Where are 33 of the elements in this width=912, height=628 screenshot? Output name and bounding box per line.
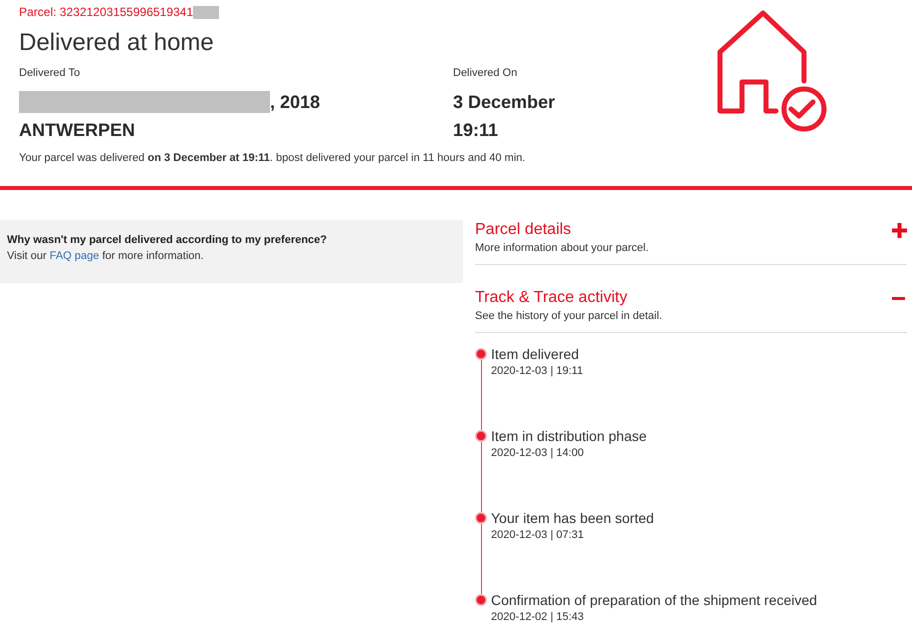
- timeline-dot-icon: [475, 348, 487, 360]
- section-subtitle: See the history of your parcel in detail.: [475, 309, 662, 323]
- event-timestamp: 2020-12-02 | 15:43: [491, 610, 585, 624]
- delivery-date: 3 December: [453, 91, 556, 114]
- timeline-dot-icon: [475, 594, 487, 606]
- timeline-dot-icon: [475, 430, 487, 442]
- redacted-block: [193, 6, 220, 18]
- plus-icon[interactable]: [892, 223, 907, 238]
- event-status: Your item has been sorted: [491, 509, 655, 527]
- delivery-summary: Your parcel was delivered on 3 December at 19:11. bpost delivered your parcel in 11 hours and 40 min.: [19, 151, 526, 165]
- timeline-line: [480, 442, 482, 512]
- event-timestamp: 2020-12-03 | 14:00: [491, 446, 585, 460]
- timeline-line: [480, 524, 482, 594]
- page-title: Delivered at home: [19, 28, 215, 58]
- event-timestamp: 2020-12-03 | 07:31: [491, 528, 585, 542]
- delivered-on-label: Delivered On: [453, 66, 518, 80]
- section-title[interactable]: Parcel details: [475, 220, 649, 240]
- delivered-to-label: Delivered To: [19, 66, 81, 80]
- timeline-line: [480, 360, 482, 430]
- event-status: Confirmation of preparation of the shipment received: [491, 591, 818, 609]
- section-title[interactable]: Track & Trace activity: [475, 288, 662, 308]
- faq-sentence: Visit our FAQ page for more information.: [7, 249, 205, 264]
- delivery-time: 19:11: [453, 119, 500, 142]
- notice-question: Why wasn't my parcel delivered according to my preference?: [7, 233, 328, 248]
- event-timestamp: 2020-12-03 | 19:11: [491, 364, 584, 378]
- timeline-dot-icon: [475, 512, 487, 524]
- address-line: , 2018: [270, 91, 320, 114]
- parcel-number: Parcel: 32321203155996519341: [19, 4, 194, 20]
- event-status: Item in distribution phase: [491, 427, 648, 445]
- event-status: Item delivered: [491, 345, 580, 363]
- city-name: ANTWERPEN: [19, 119, 136, 142]
- faq-link[interactable]: FAQ page: [50, 250, 100, 262]
- section-subtitle: More information about your parcel.: [475, 241, 649, 255]
